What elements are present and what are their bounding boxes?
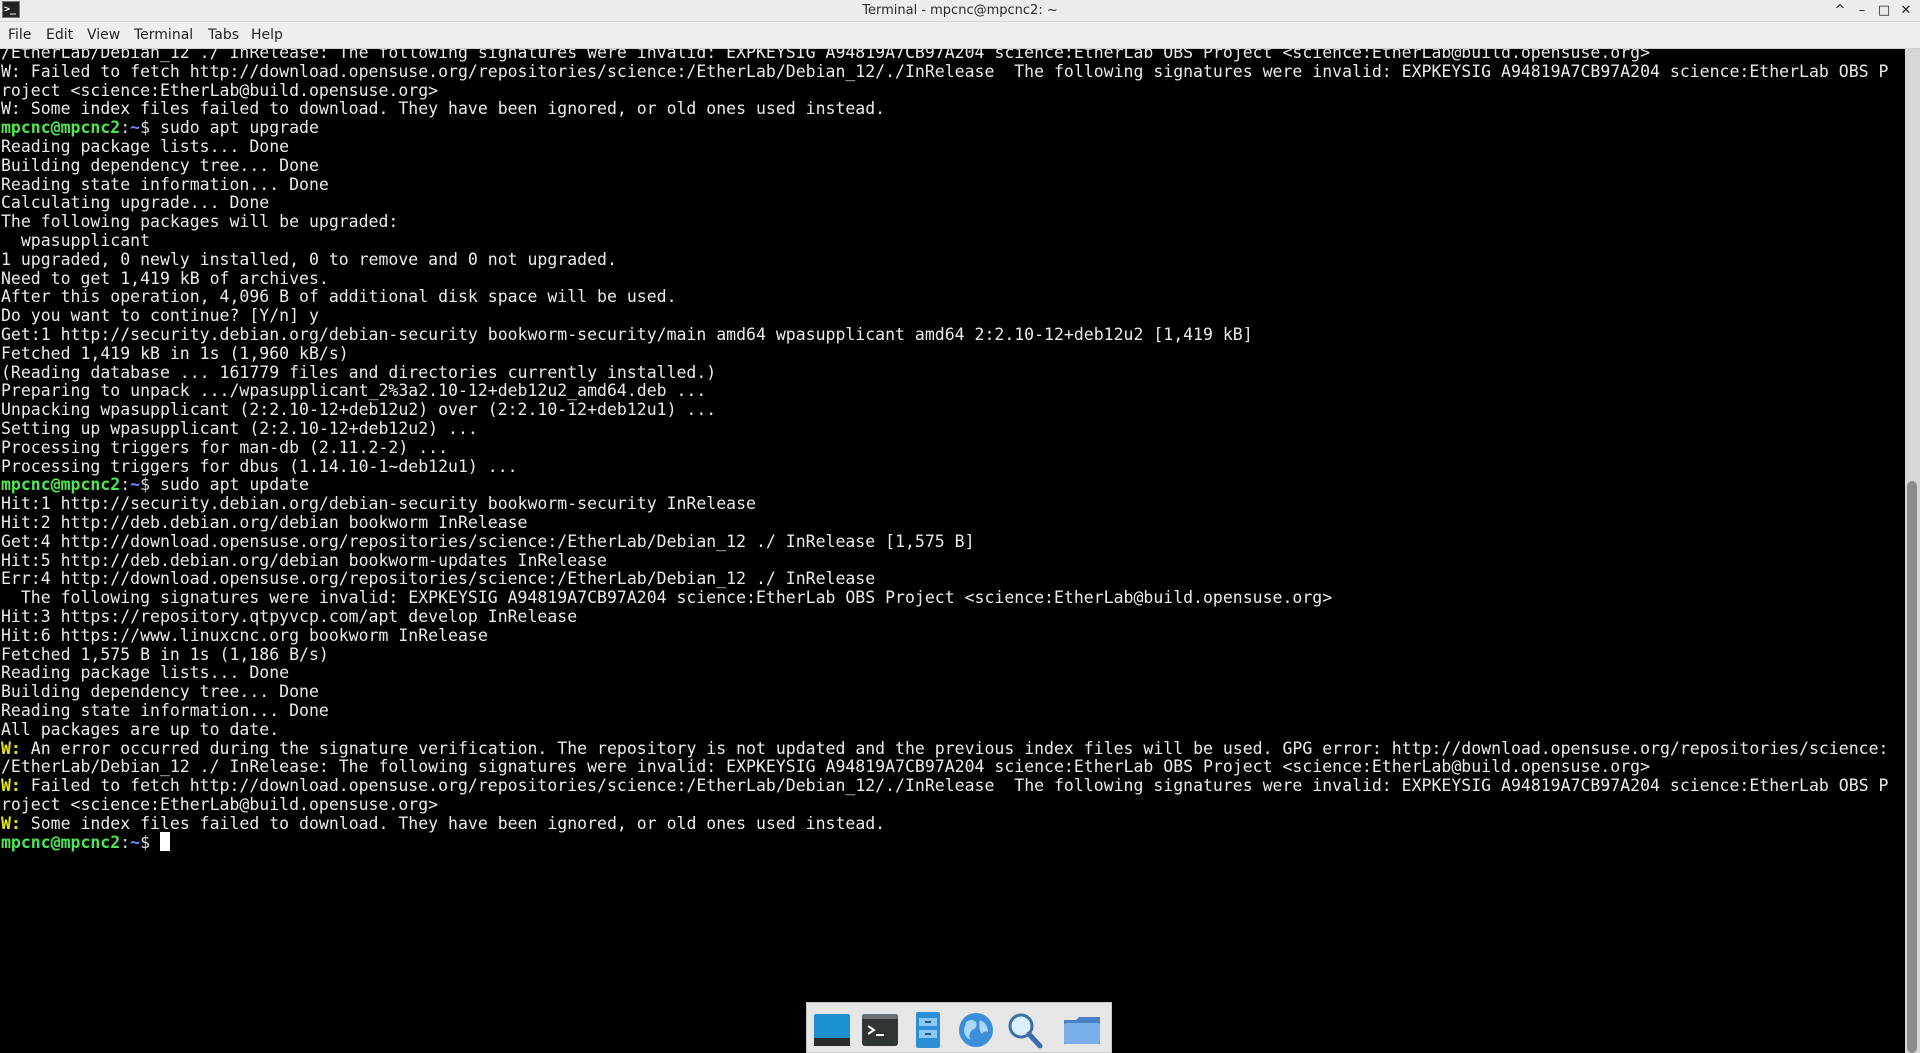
terminal-scrollbar[interactable] <box>1905 49 1920 1053</box>
minimize-window-icon[interactable]: – <box>1852 0 1872 21</box>
folder-icon[interactable] <box>1062 1010 1102 1050</box>
file-manager-icon[interactable] <box>908 1010 948 1050</box>
terminal-cursor[interactable] <box>159 832 170 852</box>
menu-terminal[interactable]: Terminal <box>134 22 193 48</box>
menu-file[interactable]: File <box>8 22 31 48</box>
window-title: Terminal - mpcnc@mpcnc2: ~ <box>862 3 1058 18</box>
terminal-icon[interactable] <box>860 1010 900 1050</box>
menu-bar: File Edit View Terminal Tabs Help <box>0 22 1920 49</box>
prompt-separator: : <box>120 832 131 852</box>
terminal-output[interactable]: /EtherLab/Debian_12 ./ InRelease: The fo… <box>0 49 1905 1053</box>
shade-window-icon[interactable]: ^ <box>1830 0 1850 21</box>
menu-edit[interactable]: Edit <box>46 22 73 48</box>
menu-view[interactable]: View <box>87 22 120 48</box>
taskbar-dock <box>806 1002 1112 1053</box>
maximize-window-icon[interactable]: □ <box>1874 0 1894 21</box>
window-titlebar[interactable]: >_ Terminal - mpcnc@mpcnc2: ~ ^ – □ ✕ <box>0 0 1920 22</box>
menu-tabs[interactable]: Tabs <box>208 22 239 48</box>
app-finder-icon[interactable] <box>1004 1010 1044 1050</box>
prompt-user-host: mpcnc@mpcnc2 <box>1 832 121 852</box>
close-window-icon[interactable]: ✕ <box>1896 0 1916 21</box>
prompt-directory: ~ <box>130 832 141 852</box>
show-desktop-icon[interactable] <box>812 1010 852 1050</box>
web-browser-icon[interactable] <box>956 1010 996 1050</box>
prompt-symbol: $ <box>140 832 160 852</box>
scrollbar-thumb[interactable] <box>1907 481 1917 1053</box>
terminal-line: mpcnc@mpcnc2:~$ <box>1 831 170 854</box>
menu-help[interactable]: Help <box>251 22 283 48</box>
